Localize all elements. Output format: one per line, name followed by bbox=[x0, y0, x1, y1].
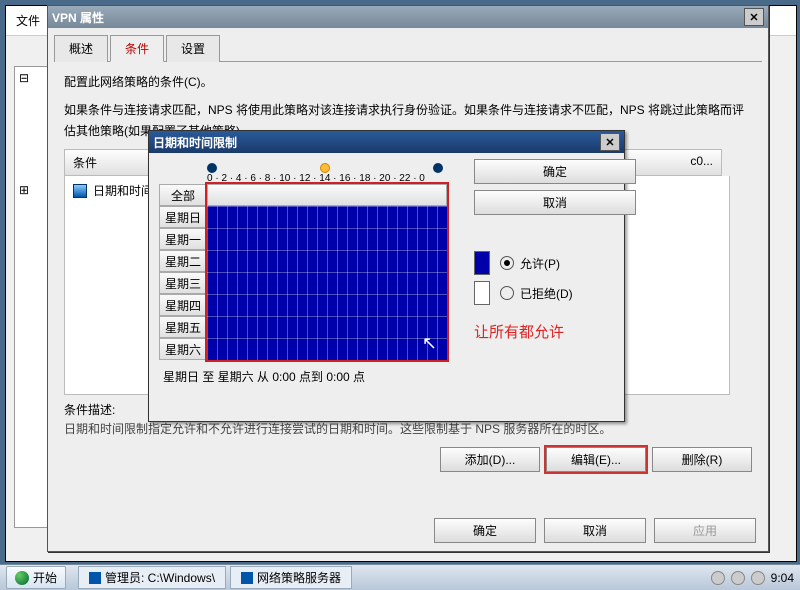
radio-deny[interactable]: 已拒绝(D) bbox=[474, 281, 614, 305]
edit-button[interactable]: 编辑(E)... bbox=[546, 447, 646, 472]
dt-titlebar: 日期和时间限制 ✕ bbox=[149, 131, 624, 153]
apply-button[interactable]: 应用 bbox=[654, 518, 756, 543]
calendar-icon bbox=[73, 184, 87, 198]
day-wed[interactable]: 星期三 bbox=[159, 272, 207, 294]
day-sun[interactable]: 星期日 bbox=[159, 206, 207, 228]
dt-title: 日期和时间限制 bbox=[153, 134, 237, 151]
tabrow: 概述 条件 设置 bbox=[54, 34, 762, 62]
remove-button[interactable]: 删除(R) bbox=[652, 447, 752, 472]
desc-1: 配置此网络策略的条件(C)。 bbox=[64, 72, 752, 92]
ok-button[interactable]: 确定 bbox=[434, 518, 536, 543]
cond-desc: 日期和时间限制指定允许和不允许进行连接尝试的日期和时间。这些限制基于 NPS 服… bbox=[64, 420, 752, 437]
dialog-titlebar: VPN 属性 ✕ bbox=[48, 6, 768, 28]
tray-icon[interactable] bbox=[751, 571, 765, 585]
add-button[interactable]: 添加(D)... bbox=[440, 447, 540, 472]
tray: 9:04 bbox=[711, 571, 794, 585]
clock[interactable]: 9:04 bbox=[771, 571, 794, 585]
col-condition[interactable]: 条件 bbox=[73, 154, 153, 171]
task-nps[interactable]: 网络策略服务器 bbox=[230, 566, 352, 589]
dt-cancel-button[interactable]: 取消 bbox=[474, 190, 636, 215]
taskbar: 开始 管理员: C:\Windows\ 网络策略服务器 9:04 bbox=[0, 564, 800, 590]
start-button[interactable]: 开始 bbox=[6, 566, 66, 589]
start-orb-icon bbox=[15, 571, 29, 585]
dt-status: 星期日 至 星期六 从 0:00 点到 0:00 点 bbox=[163, 368, 614, 385]
close-icon[interactable]: ✕ bbox=[744, 8, 764, 26]
menu-file[interactable]: 文件 bbox=[16, 14, 40, 28]
day-sat[interactable]: 星期六 bbox=[159, 338, 207, 360]
time-grid[interactable]: ↖ bbox=[207, 184, 447, 360]
tree-panel: ⊟ ⊞ bbox=[14, 66, 51, 528]
tray-icon[interactable] bbox=[731, 571, 745, 585]
item-name: 日期和时间 bbox=[93, 182, 153, 199]
dialog-title: VPN 属性 bbox=[52, 9, 104, 26]
day-tue[interactable]: 星期二 bbox=[159, 250, 207, 272]
radio-permit[interactable]: 允许(P) bbox=[474, 251, 614, 275]
day-thu[interactable]: 星期四 bbox=[159, 294, 207, 316]
dt-ok-button[interactable]: 确定 bbox=[474, 159, 636, 184]
cancel-button[interactable]: 取消 bbox=[544, 518, 646, 543]
task-admin[interactable]: 管理员: C:\Windows\ bbox=[78, 566, 226, 589]
tab-overview[interactable]: 概述 bbox=[54, 35, 108, 62]
day-all[interactable]: 全部 bbox=[159, 184, 207, 206]
tab-settings[interactable]: 设置 bbox=[166, 35, 220, 62]
day-fri[interactable]: 星期五 bbox=[159, 316, 207, 338]
tray-icon[interactable] bbox=[711, 571, 725, 585]
day-mon[interactable]: 星期一 bbox=[159, 228, 207, 250]
annotation: 让所有都允许 bbox=[474, 321, 614, 342]
tab-conditions[interactable]: 条件 bbox=[110, 35, 164, 62]
cursor-icon: ↖ bbox=[422, 333, 437, 354]
daytime-dialog: 日期和时间限制 ✕ 0 · 2 · 4 · 6 · 8 · 10 · 12 · … bbox=[148, 130, 625, 422]
close-icon[interactable]: ✕ bbox=[600, 133, 620, 151]
